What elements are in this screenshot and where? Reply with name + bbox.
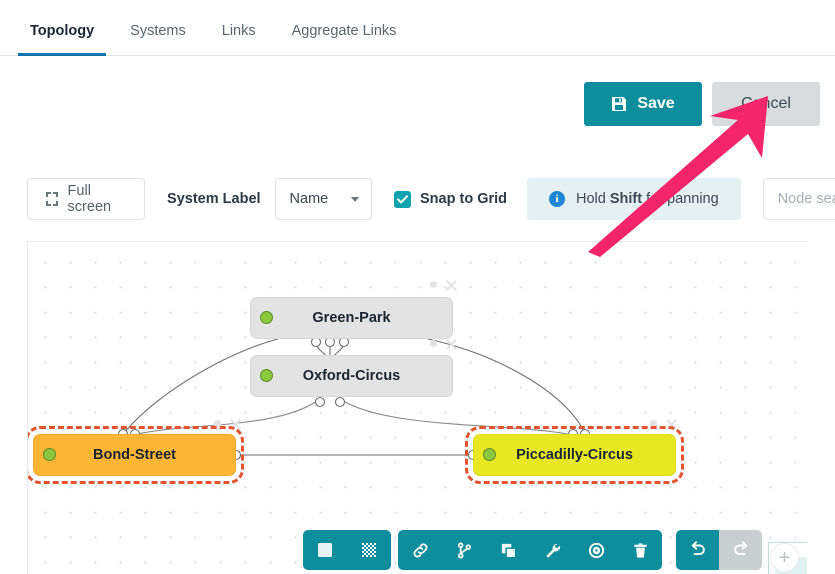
- mode-toolbar: [303, 530, 391, 570]
- history-toolbar: [676, 530, 762, 570]
- floppy-disk-icon: [611, 96, 627, 112]
- cancel-button-label: Cancel: [741, 95, 791, 112]
- node-oxford-circus-label: Oxford-Circus: [302, 368, 401, 384]
- node-status-indicator: [260, 311, 273, 324]
- system-label-title: System Label: [167, 191, 261, 207]
- chevron-down-icon: [351, 197, 360, 202]
- tab-systems-label: Systems: [130, 23, 186, 39]
- close-icon[interactable]: [230, 418, 241, 433]
- tab-topology-label: Topology: [30, 23, 95, 39]
- zoom-in-button[interactable]: +: [770, 543, 799, 572]
- save-button[interactable]: Save: [584, 82, 702, 126]
- zoom-in-label: +: [778, 546, 791, 569]
- undo-icon: [688, 538, 708, 563]
- branch-button[interactable]: [442, 530, 486, 570]
- redo-icon: [731, 538, 751, 563]
- tab-systems[interactable]: Systems: [130, 23, 186, 55]
- duplicate-button[interactable]: [486, 530, 530, 570]
- tab-aggregate-links[interactable]: Aggregate Links: [292, 23, 397, 55]
- topology-canvas[interactable]: Green-Park Oxford-Circus Bond-Street Pic…: [27, 241, 807, 574]
- node-search-input[interactable]: [762, 178, 835, 220]
- target-icon: [587, 541, 606, 560]
- hint-suffix: for panning: [642, 191, 719, 207]
- full-screen-button[interactable]: Full screen: [27, 178, 146, 220]
- copy-icon: [499, 541, 518, 560]
- delete-button[interactable]: [618, 530, 662, 570]
- snap-to-grid-label: Snap to Grid: [420, 191, 508, 207]
- tab-topology[interactable]: Topology: [17, 23, 107, 56]
- tab-bar: Topology Systems Links Aggregate Links: [0, 0, 835, 56]
- gear-icon[interactable]: [210, 417, 223, 433]
- system-label-select-value: Name: [289, 191, 329, 207]
- settings-button[interactable]: [530, 530, 574, 570]
- system-label-select[interactable]: Name: [274, 178, 373, 220]
- wrench-icon: [543, 541, 562, 560]
- close-icon[interactable]: [446, 279, 457, 294]
- snap-to-grid-checkbox[interactable]: Snap to Grid: [394, 190, 508, 208]
- node-bond-street[interactable]: Bond-Street: [28, 426, 244, 484]
- expand-icon: [46, 192, 58, 206]
- node-status-indicator: [260, 369, 273, 382]
- close-icon[interactable]: [666, 418, 677, 433]
- checkmark-icon: [394, 190, 412, 208]
- node-status-indicator: [483, 448, 496, 461]
- panning-hint-text: Hold Shift for panning: [576, 191, 719, 207]
- node-tools-piccadilly-circus: [646, 417, 677, 433]
- select-mode-button[interactable]: [303, 530, 347, 570]
- topology-editor-page: Topology Systems Links Aggregate Links S…: [0, 0, 835, 574]
- node-piccadilly-circus-label: Piccadilly-Circus: [516, 447, 633, 463]
- node-bond-street-label: Bond-Street: [93, 447, 176, 463]
- filled-square-icon: [316, 541, 334, 559]
- hint-prefix: Hold: [576, 191, 610, 207]
- cancel-button[interactable]: Cancel: [712, 82, 820, 126]
- grid-mode-button[interactable]: [347, 530, 391, 570]
- redo-button[interactable]: [719, 530, 762, 570]
- close-icon[interactable]: [446, 338, 457, 353]
- trash-icon: [631, 541, 650, 560]
- branch-icon: [455, 541, 474, 560]
- node-status-indicator: [43, 448, 56, 461]
- full-screen-label: Full screen: [67, 183, 112, 215]
- add-link-button[interactable]: [398, 530, 442, 570]
- panning-hint: i Hold Shift for panning: [527, 178, 741, 220]
- node-oxford-circus[interactable]: Oxford-Circus: [250, 355, 453, 397]
- link-icon: [411, 541, 430, 560]
- save-button-label: Save: [637, 95, 675, 112]
- node-tools-bond-street: [210, 417, 241, 433]
- undo-button[interactable]: [676, 530, 719, 570]
- info-icon: i: [549, 191, 566, 207]
- hint-shift-key: Shift: [609, 191, 643, 207]
- node-piccadilly-circus[interactable]: Piccadilly-Circus: [465, 426, 684, 484]
- tab-links-label: Links: [221, 23, 256, 39]
- tools-toolbar: [398, 530, 662, 570]
- tab-links[interactable]: Links: [222, 23, 256, 55]
- canvas-controls: Full screen System Label Name Snap to Gr…: [27, 178, 835, 220]
- tab-aggregate-links-label: Aggregate Links: [291, 23, 397, 39]
- checker-grid-icon: [360, 541, 378, 559]
- gear-icon[interactable]: [646, 417, 659, 433]
- gear-icon[interactable]: [426, 337, 439, 353]
- node-green-park[interactable]: Green-Park: [250, 297, 453, 339]
- node-green-park-label: Green-Park: [312, 310, 391, 326]
- node-tools-oxford-circus: [426, 337, 457, 353]
- focus-button[interactable]: [574, 530, 618, 570]
- node-tools-green-park: [426, 278, 457, 294]
- gear-icon[interactable]: [426, 278, 439, 294]
- action-buttons: Save Cancel: [584, 82, 820, 126]
- topology-links: [117, 336, 591, 461]
